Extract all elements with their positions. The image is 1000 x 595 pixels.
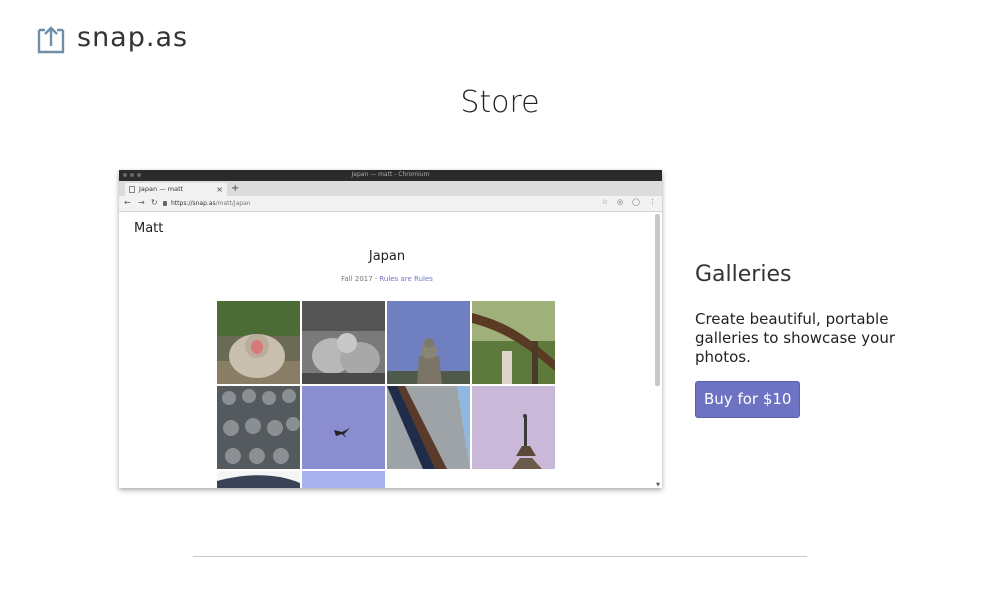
browser-tabbar: Japan — matt × + bbox=[119, 181, 662, 196]
gallery-subtitle: Fall 2017 · Rules are Rules bbox=[119, 275, 655, 283]
extension-icon: ◎ bbox=[617, 198, 624, 206]
gallery-subtitle-link: Rules are Rules bbox=[379, 275, 433, 283]
profile-icon: ◯ bbox=[632, 198, 640, 206]
photo-monkeys-bw bbox=[302, 301, 385, 384]
gallery-page: Matt Japan Fall 2017 · Rules are Rules ▼ bbox=[119, 212, 662, 488]
url-host: https://snap.as bbox=[171, 200, 216, 207]
logo-text: snap.as bbox=[77, 22, 189, 53]
lock-icon bbox=[163, 201, 167, 206]
photo-pagoda bbox=[472, 386, 555, 469]
gallery-title: Japan bbox=[368, 249, 406, 264]
upload-arrow-icon bbox=[37, 26, 65, 54]
tab-close-icon: × bbox=[216, 185, 223, 194]
snap-as-logo[interactable]: snap.as bbox=[37, 22, 188, 54]
new-tab-icon: + bbox=[231, 183, 240, 194]
page-title: Store bbox=[460, 85, 540, 120]
gallery-user-name: Matt bbox=[134, 221, 164, 236]
photo-building bbox=[387, 386, 470, 469]
photo-monkey bbox=[217, 301, 300, 384]
browser-toolbar-icons: ☆ ◎ ◯ ⋮ bbox=[602, 198, 656, 206]
browser-url: https://snap.as/matt/japan bbox=[171, 200, 251, 207]
photo-buddha bbox=[387, 301, 470, 384]
browser-urlbar: ← → ↻ https://snap.as/matt/japan ☆ ◎ ◯ ⋮ bbox=[119, 196, 662, 212]
reload-icon: ↻ bbox=[151, 198, 158, 207]
product-screenshot: Japan — matt - Chromium Japan — matt × +… bbox=[119, 170, 662, 488]
browser-titlebar: Japan — matt - Chromium bbox=[119, 170, 662, 181]
star-icon: ☆ bbox=[601, 198, 609, 206]
browser-window-title: Japan — matt - Chromium bbox=[351, 171, 430, 178]
footer-divider bbox=[193, 556, 807, 557]
menu-dots-icon: ⋮ bbox=[649, 198, 656, 206]
tab-favicon-icon bbox=[129, 186, 135, 193]
forward-arrow-icon: → bbox=[138, 198, 145, 207]
photo-bird-sky bbox=[302, 386, 385, 469]
photo-grid bbox=[217, 301, 555, 488]
buy-button[interactable]: Buy for $10 bbox=[695, 381, 801, 418]
gallery-subtitle-date: Fall 2017 · bbox=[341, 275, 380, 283]
scroll-down-arrow-icon: ▼ bbox=[656, 482, 660, 488]
browser-tab-title: Japan — matt bbox=[139, 185, 184, 193]
back-arrow-icon: ← bbox=[124, 198, 131, 207]
scrollbar-thumb bbox=[655, 214, 660, 386]
browser-tab: Japan — matt × bbox=[125, 183, 227, 196]
product-description: Create beautiful, portable galleries to … bbox=[695, 310, 895, 366]
photo-tree bbox=[472, 301, 555, 384]
photo-sky-partial bbox=[302, 471, 385, 488]
url-path: /matt/japan bbox=[215, 200, 251, 207]
product-name: Galleries bbox=[695, 262, 792, 287]
photo-dark-partial bbox=[217, 471, 300, 488]
photo-statues bbox=[217, 386, 300, 469]
